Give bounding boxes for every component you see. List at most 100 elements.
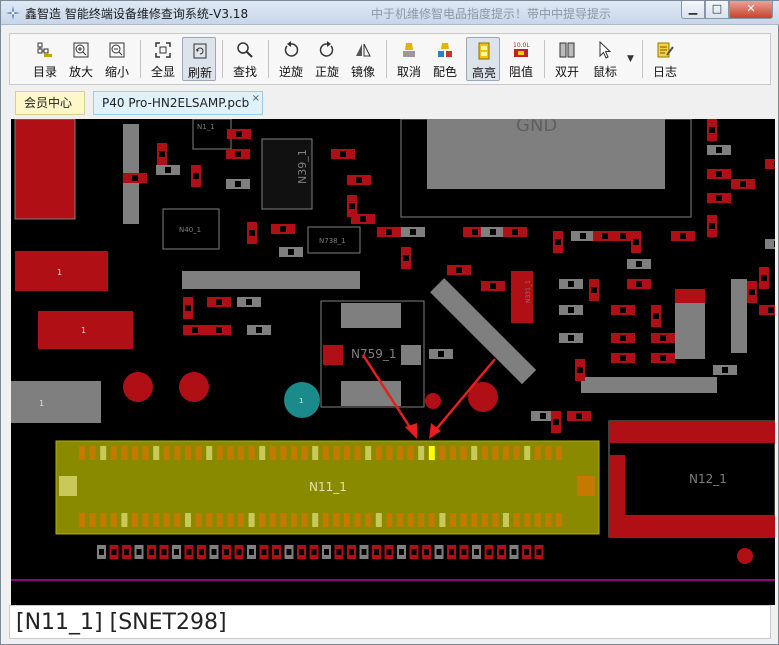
connector-pin[interactable] <box>163 513 170 527</box>
pcb-component-gap[interactable] <box>620 335 626 341</box>
connector-pin[interactable] <box>89 513 96 527</box>
connector-pin[interactable] <box>545 446 552 460</box>
pcb-component-gap[interactable] <box>636 281 642 287</box>
connector-pin[interactable] <box>418 513 425 527</box>
pcb-component-gap[interactable] <box>540 413 546 419</box>
pcb-board-view[interactable]: N1_1 GND N39_1 N40_1 N738_1 N331_1 1 1 1 <box>11 119 775 605</box>
pcb-component-gap[interactable] <box>193 173 199 179</box>
pcb-component-gap[interactable] <box>299 549 304 555</box>
connector-pin[interactable] <box>79 513 85 527</box>
pcb-component-gap[interactable] <box>356 177 362 183</box>
connector-pin[interactable] <box>132 513 138 527</box>
connector-pin[interactable] <box>513 446 520 460</box>
connector-pin[interactable] <box>397 446 403 460</box>
connector-pin[interactable] <box>439 446 446 460</box>
connector-pin[interactable] <box>248 513 255 527</box>
pcb-component-gap[interactable] <box>568 281 574 287</box>
pcb-component-gap[interactable] <box>591 287 597 293</box>
pcb-component-gap[interactable] <box>474 549 479 555</box>
connector-pin[interactable] <box>312 513 319 527</box>
pcb-component-gap[interactable] <box>136 549 142 555</box>
connector-pin[interactable] <box>386 513 393 527</box>
pcb-component-gap[interactable] <box>716 171 722 177</box>
pcb-component-gap[interactable] <box>349 549 354 555</box>
pcb-component-gap[interactable] <box>633 239 639 245</box>
pcb-component-gap[interactable] <box>161 549 167 555</box>
pcb-trace-pad[interactable] <box>182 271 360 289</box>
pcb-component-gap[interactable] <box>524 549 529 555</box>
connector-pin[interactable] <box>248 446 255 460</box>
pcb-component-gap[interactable] <box>286 549 292 555</box>
connector-pin[interactable] <box>195 446 202 460</box>
pcb-component-gap[interactable] <box>261 549 267 555</box>
connector-pin[interactable] <box>545 513 552 527</box>
pcb-canvas[interactable]: N1_1 GND N39_1 N40_1 N738_1 N331_1 1 1 1 <box>11 119 775 605</box>
pcb-component-gap[interactable] <box>199 549 204 555</box>
pcb-component-gap[interactable] <box>449 549 454 555</box>
connector-pin[interactable] <box>375 513 382 527</box>
connector-pin[interactable] <box>503 446 509 460</box>
tab-member-center[interactable]: 会员中心 <box>15 91 85 115</box>
connector-pin[interactable] <box>428 513 435 527</box>
connector-pin[interactable] <box>365 446 372 460</box>
connector-pin[interactable] <box>513 513 520 527</box>
connector-pin[interactable] <box>460 513 467 527</box>
pcb-component-gap[interactable] <box>224 549 229 555</box>
pcb-component-gap[interactable] <box>472 229 478 235</box>
connector-pin[interactable] <box>354 446 361 460</box>
mirror-button[interactable]: 镜像 <box>346 37 380 81</box>
pcb-component-gap[interactable] <box>456 267 462 273</box>
pcb-component-gap[interactable] <box>111 549 117 555</box>
pcb-component-gap[interactable] <box>461 549 467 555</box>
pcb-component-gap[interactable] <box>185 305 191 311</box>
pcb-component-gap[interactable] <box>249 549 254 555</box>
connector-pin[interactable] <box>471 513 478 527</box>
connector-pin[interactable] <box>301 513 308 527</box>
pcb-component-gap[interactable] <box>511 549 517 555</box>
pcb-component-gap[interactable] <box>324 549 329 555</box>
minimize-button[interactable]: ▁ <box>681 1 705 19</box>
zoom-out-button[interactable]: 缩小 <box>100 37 134 81</box>
connector-pin[interactable] <box>344 513 350 527</box>
connector-pin[interactable] <box>375 446 382 460</box>
connector-pin[interactable] <box>492 513 499 527</box>
pcb-component-gap[interactable] <box>216 327 222 333</box>
connector-pin[interactable] <box>481 446 488 460</box>
connector-pin[interactable] <box>365 513 372 527</box>
connector-pin[interactable] <box>206 513 213 527</box>
pcb-component-gap[interactable] <box>124 549 129 555</box>
color-scheme-button[interactable]: 配色 <box>428 37 462 81</box>
pcb-component-gap[interactable] <box>490 283 496 289</box>
pcb-component-gap[interactable] <box>424 549 429 555</box>
pcb-trace-pad[interactable] <box>581 377 717 393</box>
connector-pin[interactable] <box>503 513 509 527</box>
pcb-component-gap[interactable] <box>716 195 722 201</box>
connector-pin[interactable] <box>110 513 117 527</box>
pcb-pad[interactable] <box>731 279 747 353</box>
pcb-component-gap[interactable] <box>709 223 715 229</box>
connector-pin[interactable] <box>291 513 297 527</box>
pcb-component-gap[interactable] <box>620 355 626 361</box>
tab-close-icon[interactable]: × <box>252 88 260 110</box>
pcb-component-gap[interactable] <box>236 131 242 137</box>
pcb-component-gap[interactable] <box>235 151 241 157</box>
connector-pin[interactable] <box>322 446 329 460</box>
connector-pin-highlighted[interactable] <box>428 446 435 460</box>
pcb-component-gap[interactable] <box>360 216 366 222</box>
pcb-component-gap[interactable] <box>774 241 775 247</box>
pcb-component-gap[interactable] <box>361 549 367 555</box>
pcb-component[interactable] <box>765 159 775 169</box>
connector-pin[interactable] <box>79 446 85 460</box>
pcb-component-gap[interactable] <box>499 549 504 555</box>
clear-highlight-button[interactable]: 取消 <box>392 37 426 81</box>
connector-pin[interactable] <box>354 513 361 527</box>
connector-pin[interactable] <box>121 513 128 527</box>
pcb-component-gap[interactable] <box>486 549 492 555</box>
connector-pin[interactable] <box>195 513 202 527</box>
pcb-component-gap[interactable] <box>722 367 728 373</box>
pcb-component-gap[interactable] <box>553 419 559 425</box>
connector-pin[interactable] <box>291 446 297 460</box>
pcb-component-gap[interactable] <box>761 275 767 281</box>
connector-pin[interactable] <box>185 446 191 460</box>
pcb-component-gap[interactable] <box>576 413 582 419</box>
